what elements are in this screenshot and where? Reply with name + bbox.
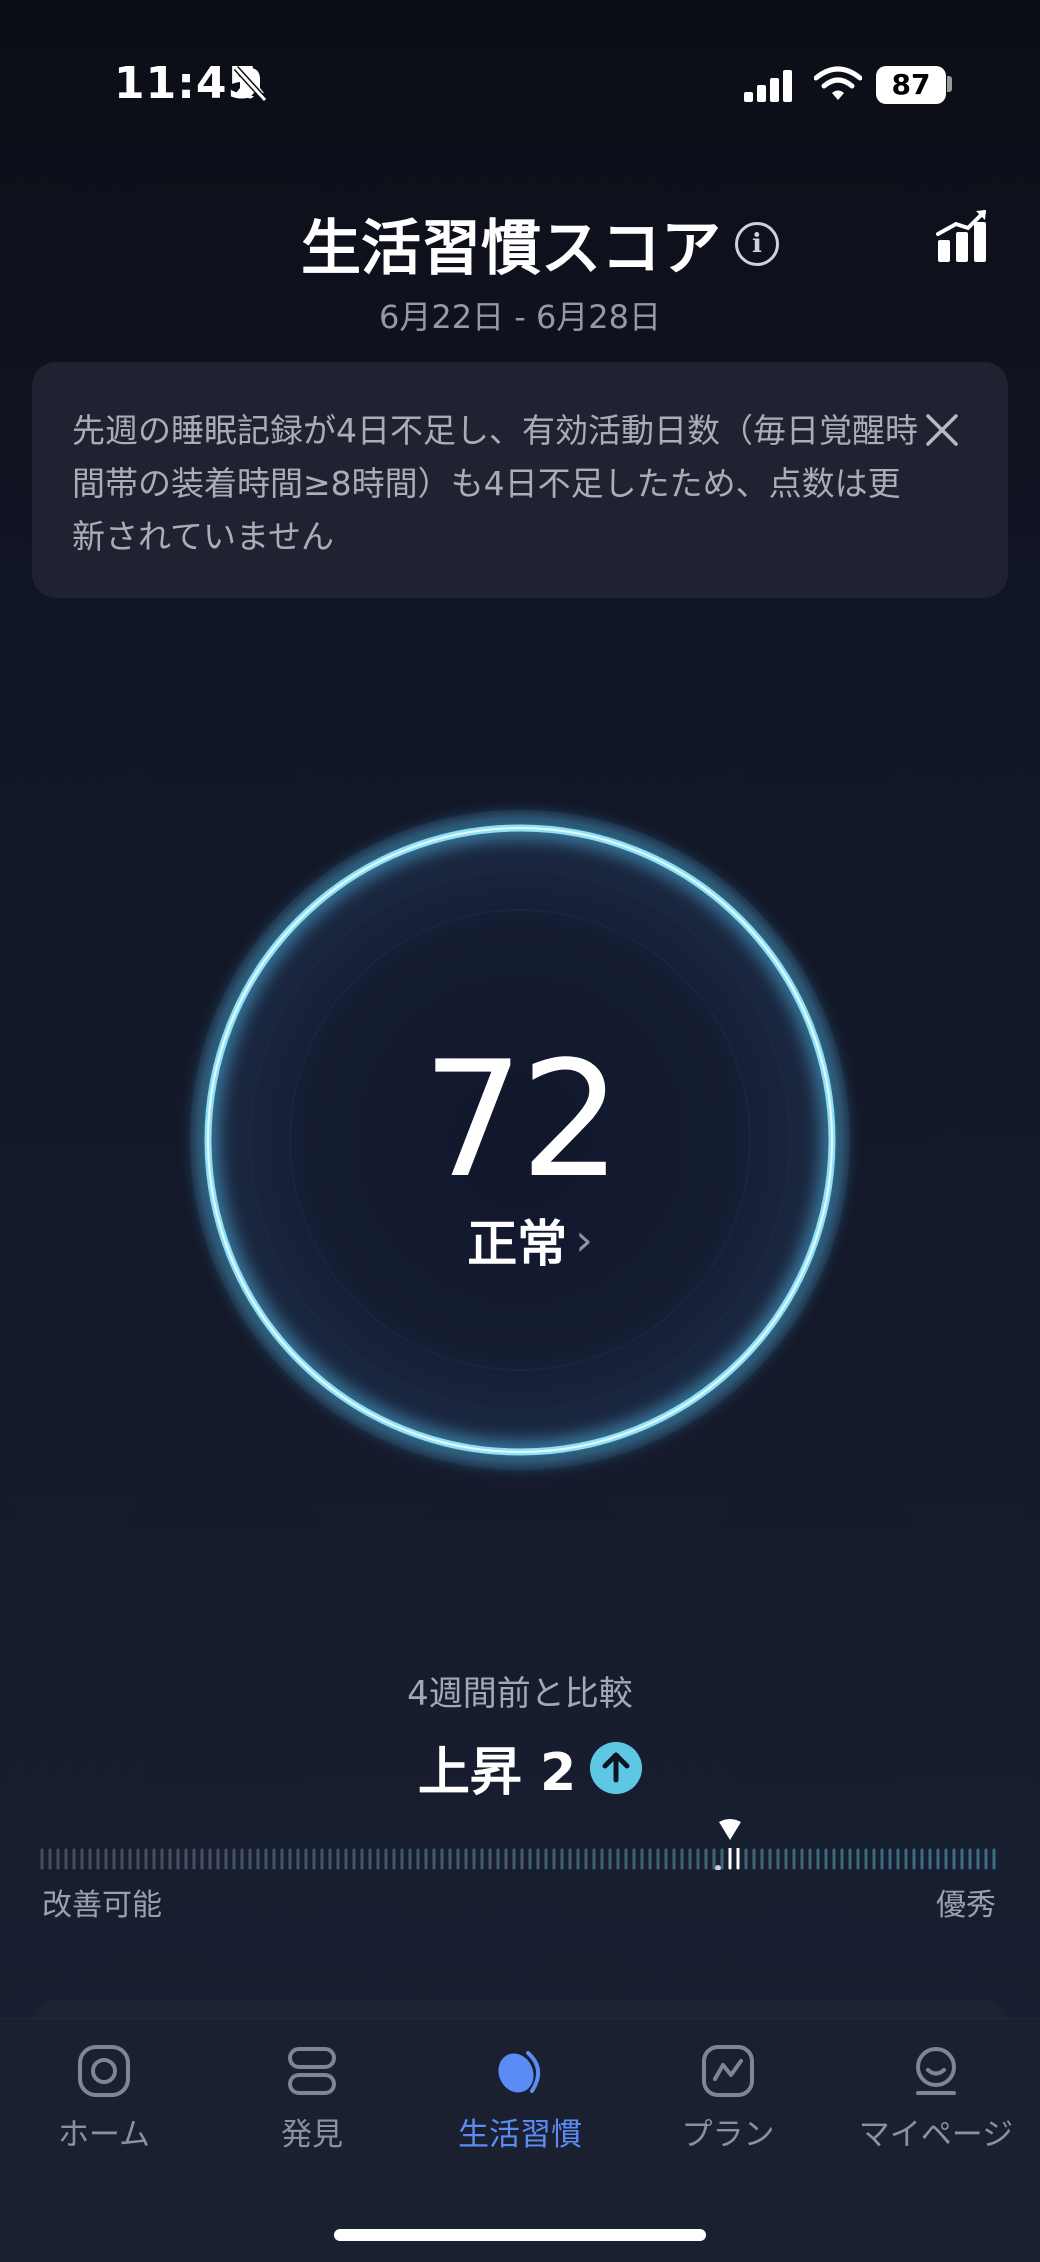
tab-mypage[interactable]: マイページ [832,2019,1040,2154]
tab-label: ホーム [57,2117,151,2153]
comparison-change-row: 上昇 2 [0,1730,1040,1805]
page-title: 生活習慣スコア [301,214,721,284]
bar-chart-trend-icon[interactable] [934,208,990,264]
bell-muted-icon [233,65,268,103]
score-value: 72 [422,1026,622,1213]
tab-label: マイページ [858,2117,1014,2153]
comparison-label: 4週間前と比較 [407,1674,633,1714]
home-icon [78,2045,130,2097]
page-title-row: 生活習慣スコア i [0,200,1040,287]
close-icon[interactable] [922,410,962,450]
home-indicator [334,2229,706,2241]
tab-lifestyle[interactable]: 生活習慣 [416,2019,624,2154]
comparison-change: 上昇 2 [417,1743,577,1803]
tab-discover[interactable]: 発見 [208,2019,416,2154]
info-icon[interactable]: i [735,221,779,266]
scale-high-label: 優秀 [936,1888,996,1923]
scale-low-label: 改善可能 [42,1888,162,1923]
tab-plan[interactable]: プラン [624,2019,832,2154]
cellular-signal-icon [744,70,792,102]
scale-marker-icon [719,1819,741,1840]
tab-label: 発見 [281,2117,343,2153]
score-scale-bar [40,1848,996,1870]
notice-text: 先週の睡眠記録が4日不足し、有効活動日数（毎日覚醒時間帯の装着時間≥8時間）も4… [72,411,918,556]
tab-bar: ホーム 発見 生活習慣 プラン マイページ [0,2018,1040,2262]
score-status[interactable]: 正常 [467,1204,567,1276]
battery-cap [947,76,952,92]
chevron-right-icon: › [575,1214,593,1266]
scale-dot [715,1865,721,1870]
lifestyle-icon [498,2051,540,2093]
arrow-up-icon [590,1741,643,1794]
wifi-icon [814,66,862,100]
plan-icon [702,2045,754,2097]
mypage-icon [916,2047,956,2095]
tab-label: プラン [681,2117,775,2153]
tab-label: 生活習慣 [458,2117,582,2153]
score-status-row[interactable]: 正常 › [0,1204,1040,1276]
battery-level: 87 [876,66,946,104]
tab-home[interactable]: ホーム [0,2019,208,2154]
discover-icon [288,2047,336,2095]
date-range: 6月22日 - 6月28日 [378,298,662,336]
